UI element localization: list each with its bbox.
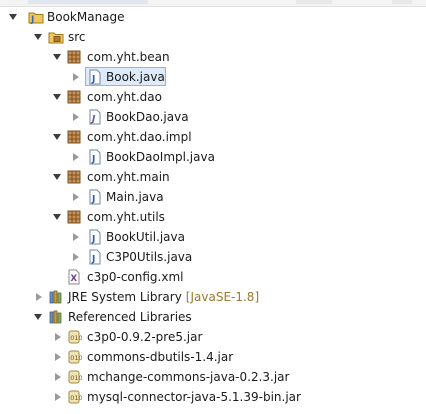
jar-icon: 010 <box>66 389 83 405</box>
view-tab[interactable] <box>296 0 332 4</box>
svg-text:J: J <box>91 75 95 85</box>
library-label: Referenced Libraries <box>68 310 192 324</box>
view-tab[interactable] <box>392 0 412 4</box>
svg-text:J: J <box>30 15 34 25</box>
tree-item-file[interactable]: J BookDaoImpl.java <box>0 147 426 167</box>
tree-item-jre-library[interactable]: JRE System Library [JavaSE-1.8] <box>0 287 426 307</box>
file-label: C3P0Utils.java <box>106 250 193 264</box>
svg-text:X: X <box>71 274 78 284</box>
collapse-arrow-icon[interactable] <box>52 52 62 62</box>
collapse-arrow-icon[interactable] <box>52 132 62 142</box>
tree-item-xml-file[interactable]: X c3p0-config.xml <box>0 267 426 287</box>
library-label: JRE System Library <box>68 290 182 304</box>
file-label: Main.java <box>106 190 164 204</box>
svg-text:010: 010 <box>70 354 82 362</box>
source-folder-icon <box>48 29 64 45</box>
expand-arrow-icon[interactable] <box>70 112 80 122</box>
svg-text:J: J <box>91 235 95 245</box>
tree-item-jar[interactable]: 010 mchange-commons-java-0.2.3.jar <box>0 367 426 387</box>
expand-arrow-icon[interactable] <box>70 192 80 202</box>
expand-arrow-icon[interactable] <box>33 292 43 302</box>
jre-version-decoration: [JavaSE-1.8] <box>185 290 260 304</box>
tree-item-jar[interactable]: 010 commons-dbutils-1.4.jar <box>0 347 426 367</box>
file-label: Book.java <box>106 70 165 84</box>
tree-item-jar[interactable]: 010 mysql-connector-java-5.1.39-bin.jar <box>0 387 426 407</box>
tree-item-src[interactable]: src <box>0 27 426 47</box>
tree-item-package[interactable]: com.yht.bean <box>0 47 426 67</box>
library-icon <box>48 309 64 325</box>
collapse-arrow-icon[interactable] <box>33 32 43 42</box>
tree-item-file[interactable]: J BookDao.java <box>0 107 426 127</box>
svg-text:J: J <box>91 155 95 165</box>
project-label: BookManage <box>47 10 125 24</box>
jar-icon: 010 <box>66 369 83 385</box>
file-label: BookDao.java <box>106 110 189 124</box>
package-icon <box>66 209 82 225</box>
tree-item-file[interactable]: J Main.java <box>0 187 426 207</box>
tree-item-package[interactable]: com.yht.utils <box>0 207 426 227</box>
java-file-icon: J <box>87 189 103 205</box>
java-file-icon: J <box>87 149 103 165</box>
expand-arrow-icon[interactable] <box>70 232 80 242</box>
tree-item-project[interactable]: J BookManage <box>0 7 426 27</box>
collapse-arrow-icon[interactable] <box>52 92 62 102</box>
expand-arrow-icon[interactable] <box>70 72 80 82</box>
jar-label: c3p0-0.9.2-pre5.jar <box>87 330 203 344</box>
collapse-arrow-icon[interactable] <box>8 12 18 22</box>
package-icon <box>66 49 82 65</box>
tree-item-file[interactable]: J Book.java <box>0 67 426 87</box>
java-file-icon: J <box>87 249 103 265</box>
java-file-icon: J <box>87 229 103 245</box>
file-label: BookDaoImpl.java <box>106 150 215 164</box>
expand-arrow-icon[interactable] <box>52 332 62 342</box>
java-interface-icon: J <box>87 109 103 125</box>
tree-item-jar[interactable]: 010 c3p0-0.9.2-pre5.jar <box>0 327 426 347</box>
src-label: src <box>68 30 86 44</box>
tree-item-file[interactable]: J BookUtil.java <box>0 227 426 247</box>
package-explorer-tree: J BookManage src com.yht.bean J Book.jav… <box>0 7 426 407</box>
package-label: com.yht.bean <box>87 50 170 64</box>
package-label: com.yht.dao <box>87 90 162 104</box>
tree-item-package[interactable]: com.yht.dao.impl <box>0 127 426 147</box>
package-label: com.yht.dao.impl <box>87 130 192 144</box>
jar-icon: 010 <box>66 349 83 365</box>
expand-arrow-icon[interactable] <box>52 392 62 402</box>
package-icon <box>66 169 82 185</box>
jar-label: mysql-connector-java-5.1.39-bin.jar <box>87 390 301 404</box>
svg-text:J: J <box>91 255 95 265</box>
java-file-icon: J <box>87 69 103 85</box>
collapse-arrow-icon[interactable] <box>52 172 62 182</box>
view-tab[interactable] <box>28 0 148 4</box>
collapse-arrow-icon[interactable] <box>52 212 62 222</box>
java-project-icon: J <box>28 9 44 25</box>
svg-text:010: 010 <box>70 394 82 402</box>
expand-arrow-icon[interactable] <box>70 252 80 262</box>
xml-file-icon: X <box>66 269 82 285</box>
svg-text:010: 010 <box>70 374 82 382</box>
svg-text:010: 010 <box>70 334 82 342</box>
package-label: com.yht.utils <box>87 210 165 224</box>
expand-arrow-icon[interactable] <box>52 372 62 382</box>
package-icon <box>66 129 82 145</box>
expand-arrow-icon[interactable] <box>52 352 62 362</box>
package-label: com.yht.main <box>87 170 170 184</box>
tree-item-package[interactable]: com.yht.main <box>0 167 426 187</box>
tree-item-file[interactable]: J C3P0Utils.java <box>0 247 426 267</box>
collapse-arrow-icon[interactable] <box>33 312 43 322</box>
view-tab-strip <box>0 0 426 7</box>
package-icon <box>66 89 82 105</box>
library-icon <box>48 289 64 305</box>
expand-arrow-icon[interactable] <box>70 152 80 162</box>
jar-icon: 010 <box>66 329 83 345</box>
jar-label: mchange-commons-java-0.2.3.jar <box>87 370 290 384</box>
jar-label: commons-dbutils-1.4.jar <box>87 350 234 364</box>
file-label: c3p0-config.xml <box>87 270 184 284</box>
tree-item-package[interactable]: com.yht.dao <box>0 87 426 107</box>
svg-text:J: J <box>91 195 95 205</box>
file-label: BookUtil.java <box>106 230 185 244</box>
tree-item-referenced-libraries[interactable]: Referenced Libraries <box>0 307 426 327</box>
